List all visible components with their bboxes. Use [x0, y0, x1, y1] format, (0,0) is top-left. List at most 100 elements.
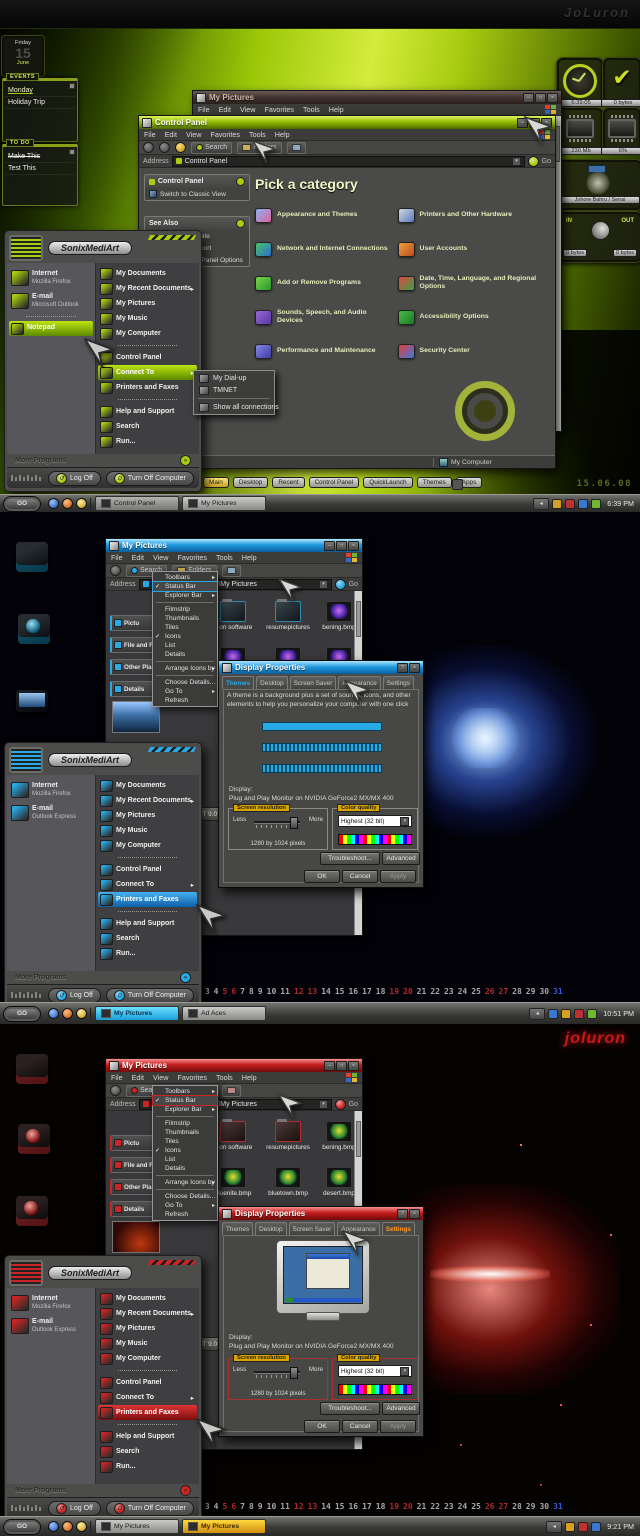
view-menu-item[interactable]	[156, 675, 214, 676]
tray-icon[interactable]	[578, 1522, 588, 1532]
more-programs-icon[interactable]: »	[180, 1485, 191, 1496]
menu-item[interactable]: Edit	[165, 130, 177, 139]
view-menu-item[interactable]: List	[153, 1155, 217, 1164]
go-icon[interactable]	[335, 1099, 346, 1110]
view-menu-item[interactable]: Go To	[153, 687, 217, 696]
desktop-icon[interactable]	[16, 1196, 48, 1226]
back-icon[interactable]	[110, 565, 121, 576]
color-quality-select[interactable]: Highest (32 bit)▾	[338, 1365, 412, 1377]
cp-category[interactable]: Date, Time, Language, and Regional Optio…	[398, 270, 545, 296]
view-menu-item[interactable]: Tiles	[153, 623, 217, 632]
view-menu-item[interactable]: Toolbars	[153, 573, 217, 582]
view-menu-item[interactable]	[156, 1175, 214, 1176]
start-menu-item[interactable]: Connect To	[98, 1390, 197, 1405]
view-menu-item[interactable]: Thumbnails	[153, 1128, 217, 1137]
view-menu-item[interactable]: Arrange Icons by	[153, 664, 217, 673]
desktop-icon[interactable]	[16, 1054, 48, 1084]
tray-icon[interactable]	[552, 499, 562, 509]
menu-item[interactable]: Edit	[132, 1073, 144, 1082]
start-menu-item[interactable]: Notepad	[9, 321, 93, 336]
start-button[interactable]: GO	[3, 496, 41, 512]
panel-corner-icon[interactable]	[69, 149, 75, 155]
cancel-button[interactable]: Cancel	[342, 1420, 378, 1433]
submenu-item[interactable]: Show all connections	[195, 401, 273, 413]
dialog-tab[interactable]: Desktop	[255, 1222, 286, 1235]
cancel-button[interactable]: Cancel	[342, 870, 378, 883]
menu-item[interactable]: View	[240, 105, 255, 114]
cp-category[interactable]: Appearance and Themes	[255, 202, 392, 228]
start-menu-item[interactable]: My Pictures	[98, 1321, 197, 1336]
views-button[interactable]	[222, 1085, 241, 1097]
caption-buttons[interactable]: ?×	[397, 663, 420, 673]
collapse-icon[interactable]	[236, 219, 245, 228]
dialog-tab[interactable]: Settings	[382, 1222, 415, 1235]
submenu-item[interactable]: TMNET	[195, 384, 273, 396]
address-dropdown-icon[interactable]: ▾	[319, 580, 328, 589]
advanced-button[interactable]: Advanced	[382, 1402, 420, 1415]
menu-item[interactable]: Tools	[216, 1073, 233, 1082]
view-menu-item[interactable]: Refresh	[153, 1210, 217, 1219]
browser-icon[interactable]	[48, 1521, 59, 1532]
view-menu-item[interactable]	[156, 1116, 214, 1117]
address-dropdown-icon[interactable]: ▾	[512, 157, 521, 166]
start-menu-item[interactable]	[98, 907, 197, 916]
firefox-icon[interactable]	[62, 498, 73, 509]
view-menu-item[interactable]: Explorer Bar	[153, 1105, 217, 1114]
cp-category[interactable]: Sounds, Speech, and Audio Devices	[255, 304, 392, 330]
menu-item[interactable]: File	[198, 105, 210, 114]
start-menu-item[interactable]: E-mailOutlook Express	[9, 801, 93, 824]
tray-collapse-button[interactable]: ◂	[529, 1008, 545, 1020]
log-off-button[interactable]: ↺Log Off	[48, 988, 101, 1003]
view-menu-item[interactable]: Icons	[153, 632, 217, 641]
view-menu-item[interactable]: Filmstrip	[153, 605, 217, 614]
apply-button[interactable]: Apply	[380, 1420, 416, 1433]
lightning-icon[interactable]	[76, 498, 87, 509]
slider-handle[interactable]	[290, 817, 298, 829]
tray-collapse-button[interactable]: ◂	[546, 1521, 562, 1533]
start-menu-item[interactable]: My Recent Documents	[98, 281, 197, 296]
start-menu-item[interactable]: Help and Support	[98, 1429, 197, 1444]
desktop-icon[interactable]	[16, 542, 48, 572]
view-menu-item[interactable]: Toolbars	[153, 1087, 217, 1096]
more-programs-icon[interactable]: »	[180, 972, 191, 983]
more-programs-icon[interactable]: »	[180, 455, 191, 466]
start-menu-item[interactable]	[98, 1420, 197, 1429]
menu-item[interactable]: Help	[329, 105, 344, 114]
start-menu-item[interactable]: E-mailMicrosoft Outlook	[9, 289, 93, 312]
dialog-tab[interactable]: Desktop	[256, 676, 287, 689]
advanced-button[interactable]: Advanced	[382, 852, 420, 865]
menu-item[interactable]: Edit	[219, 105, 231, 114]
more-programs[interactable]: More Programs	[15, 457, 66, 464]
start-menu-item[interactable]	[9, 312, 93, 321]
ok-button[interactable]: OK	[304, 1420, 340, 1433]
window-titlebar[interactable]: My Pictures –□×	[106, 539, 362, 552]
caption-buttons[interactable]: –□×	[523, 93, 558, 103]
start-menu-item[interactable]	[98, 853, 197, 862]
caption-buttons[interactable]: –□×	[324, 1061, 359, 1071]
start-menu-item[interactable]: Printers and Faxes	[98, 892, 197, 907]
troubleshoot-button[interactable]: Troubleshoot...	[320, 852, 380, 865]
menu-item[interactable]: Tools	[249, 130, 266, 139]
start-menu-item[interactable]: My Music	[98, 823, 197, 838]
start-menu-item[interactable]: Printers and Faxes	[98, 1405, 197, 1420]
browser-icon[interactable]	[48, 1008, 59, 1019]
menu-item[interactable]: Tools	[216, 553, 233, 562]
lightning-icon[interactable]	[76, 1008, 87, 1019]
menu-item[interactable]: Favorites	[177, 553, 207, 562]
start-menu-item[interactable]: My Recent Documents	[98, 1306, 197, 1321]
tray-icon[interactable]	[565, 499, 575, 509]
view-menu-item[interactable]	[156, 661, 214, 662]
go-label[interactable]: Go	[349, 581, 358, 588]
cp-category[interactable]: Network and Internet Connections	[255, 236, 392, 262]
start-menu-item[interactable]: Run...	[98, 946, 197, 961]
tray-icon[interactable]	[548, 1009, 558, 1019]
tray-icon[interactable]	[565, 1522, 575, 1532]
start-menu-item[interactable]: My Documents	[98, 778, 197, 793]
start-menu-item[interactable]: E-mailOutlook Express	[9, 1314, 93, 1337]
menu-item[interactable]: Edit	[132, 553, 144, 562]
window-titlebar[interactable]: My Pictures –□×	[106, 1059, 362, 1072]
collapse-icon[interactable]	[236, 177, 245, 186]
file-item[interactable]: resumepictures	[260, 601, 316, 631]
desktop-icon[interactable]	[18, 614, 50, 644]
browser-icon[interactable]	[48, 498, 59, 509]
